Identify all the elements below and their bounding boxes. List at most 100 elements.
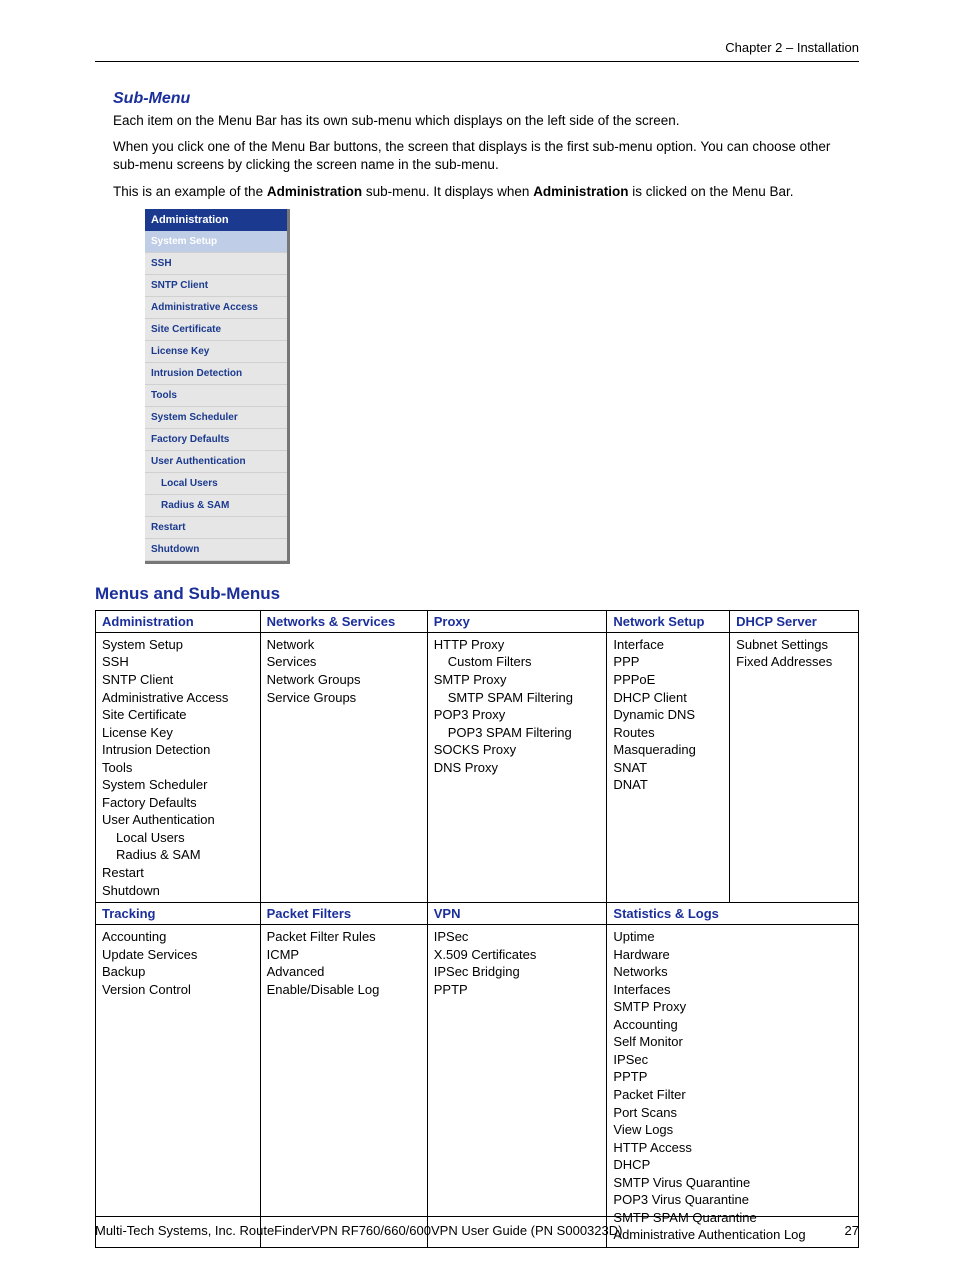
cell-line: PPP — [613, 654, 639, 669]
col-header: Statistics & Logs — [607, 903, 859, 925]
cell-line: POP3 Proxy — [434, 707, 506, 722]
cell-line: Interfaces — [613, 982, 670, 997]
text-bold: Administration — [267, 184, 362, 199]
submenu-item[interactable]: System Setup — [145, 231, 287, 253]
cell-line: IPSec Bridging — [434, 964, 520, 979]
cell-line: Networks — [613, 964, 667, 979]
cell-line: Intrusion Detection — [102, 742, 210, 757]
cell-line: ICMP — [267, 947, 300, 962]
cell-line: Advanced — [267, 964, 325, 979]
menus-heading: Menus and Sub-Menus — [95, 584, 859, 604]
text: sub-menu. It displays when — [362, 184, 533, 199]
cell-line: Self Monitor — [613, 1034, 682, 1049]
footer-text: Multi-Tech Systems, Inc. RouteFinderVPN … — [95, 1223, 622, 1238]
cell-line: User Authentication — [102, 812, 215, 827]
cell-line: SNTP Client — [102, 672, 173, 687]
cell-line: Accounting — [613, 1017, 677, 1032]
header-rule — [95, 61, 859, 62]
cell-line: Network Groups — [267, 672, 361, 687]
cell-line: SMTP Proxy — [613, 999, 686, 1014]
table-cell: Interface PPP PPPoE DHCP Client Dynamic … — [607, 632, 730, 902]
submenu-subitem[interactable]: Radius & SAM — [145, 495, 287, 517]
cell-line: Packet Filter Rules — [267, 929, 376, 944]
submenu-item[interactable]: Administrative Access — [145, 297, 287, 319]
submenu-subitem[interactable]: Local Users — [145, 473, 287, 495]
table-row: Accounting Update Services Backup Versio… — [96, 925, 859, 1248]
col-header: Administration — [96, 610, 261, 632]
cell-line: PPTP — [613, 1069, 647, 1084]
cell-line: Uptime — [613, 929, 654, 944]
cell-line: Hardware — [613, 947, 669, 962]
table-header-row: Administration Networks & Services Proxy… — [96, 610, 859, 632]
cell-line: SSH — [102, 654, 129, 669]
submenu-header: Administration — [145, 209, 287, 231]
cell-line: IPSec — [613, 1052, 648, 1067]
cell-line-indent: POP3 SPAM Filtering — [434, 724, 601, 742]
menus-table: Administration Networks & Services Proxy… — [95, 610, 859, 1248]
cell-line-indent: Local Users — [102, 829, 254, 847]
paragraph: Each item on the Menu Bar has its own su… — [113, 112, 859, 130]
col-header: Packet Filters — [260, 903, 427, 925]
submenu-item[interactable]: License Key — [145, 341, 287, 363]
cell-line: IPSec — [434, 929, 469, 944]
table-cell: IPSec X.509 Certificates IPSec Bridging … — [427, 925, 607, 1248]
submenu-item[interactable]: SSH — [145, 253, 287, 275]
cell-line-indent: SMTP SPAM Filtering — [434, 689, 601, 707]
submenu-item[interactable]: System Scheduler — [145, 407, 287, 429]
chapter-label: Chapter 2 – Installation — [95, 40, 859, 55]
footer-rule — [95, 1216, 859, 1217]
cell-line: Packet Filter — [613, 1087, 685, 1102]
submenu-item[interactable]: User Authentication — [145, 451, 287, 473]
cell-line: Site Certificate — [102, 707, 187, 722]
submenu-item[interactable]: Shutdown — [145, 539, 287, 561]
col-header: Proxy — [427, 610, 607, 632]
cell-line: SMTP Virus Quarantine — [613, 1175, 750, 1190]
col-header: DHCP Server — [730, 610, 859, 632]
table-cell: Network Services Network Groups Service … — [260, 632, 427, 902]
cell-line: Network — [267, 637, 315, 652]
cell-line: System Setup — [102, 637, 183, 652]
cell-line: Routes — [613, 725, 654, 740]
cell-line: Shutdown — [102, 883, 160, 898]
col-header: VPN — [427, 903, 607, 925]
sub-menu-heading: Sub-Menu — [113, 90, 859, 108]
cell-line: System Scheduler — [102, 777, 208, 792]
cell-line: Interface — [613, 637, 664, 652]
text: is clicked on the Menu Bar. — [628, 184, 793, 199]
submenu-item[interactable]: Tools — [145, 385, 287, 407]
submenu-panel: Administration System Setup SSH SNTP Cli… — [145, 209, 290, 564]
table-cell: HTTP Proxy Custom Filters SMTP Proxy SMT… — [427, 632, 607, 902]
submenu-item[interactable]: Factory Defaults — [145, 429, 287, 451]
paragraph: This is an example of the Administration… — [113, 183, 859, 201]
submenu-item[interactable]: SNTP Client — [145, 275, 287, 297]
submenu-item[interactable]: Site Certificate — [145, 319, 287, 341]
paragraph: When you click one of the Menu Bar butto… — [113, 138, 859, 174]
cell-line: HTTP Proxy — [434, 637, 505, 652]
text: This is an example of the — [113, 184, 267, 199]
cell-line: Enable/Disable Log — [267, 982, 380, 997]
cell-line: Dynamic DNS — [613, 707, 695, 722]
col-header: Networks & Services — [260, 610, 427, 632]
cell-line: Administrative Access — [102, 690, 228, 705]
cell-line: Fixed Addresses — [736, 654, 832, 669]
cell-line: PPPoE — [613, 672, 655, 687]
cell-line: Service Groups — [267, 690, 357, 705]
table-row: System Setup SSH SNTP Client Administrat… — [96, 632, 859, 902]
page-number: 27 — [845, 1223, 859, 1238]
cell-line: DHCP Client — [613, 690, 686, 705]
table-cell: Accounting Update Services Backup Versio… — [96, 925, 261, 1248]
cell-line: Restart — [102, 865, 144, 880]
cell-line: View Logs — [613, 1122, 673, 1137]
cell-line: Update Services — [102, 947, 197, 962]
cell-line: SOCKS Proxy — [434, 742, 516, 757]
submenu-item[interactable]: Intrusion Detection — [145, 363, 287, 385]
cell-line: DNS Proxy — [434, 760, 498, 775]
submenu-item[interactable]: Restart — [145, 517, 287, 539]
cell-line: Port Scans — [613, 1105, 677, 1120]
cell-line: Subnet Settings — [736, 637, 828, 652]
cell-line: Tools — [102, 760, 132, 775]
cell-line-indent: Custom Filters — [434, 653, 601, 671]
table-cell: System Setup SSH SNTP Client Administrat… — [96, 632, 261, 902]
cell-line: SNAT — [613, 760, 647, 775]
cell-line-indent: Radius & SAM — [102, 846, 254, 864]
